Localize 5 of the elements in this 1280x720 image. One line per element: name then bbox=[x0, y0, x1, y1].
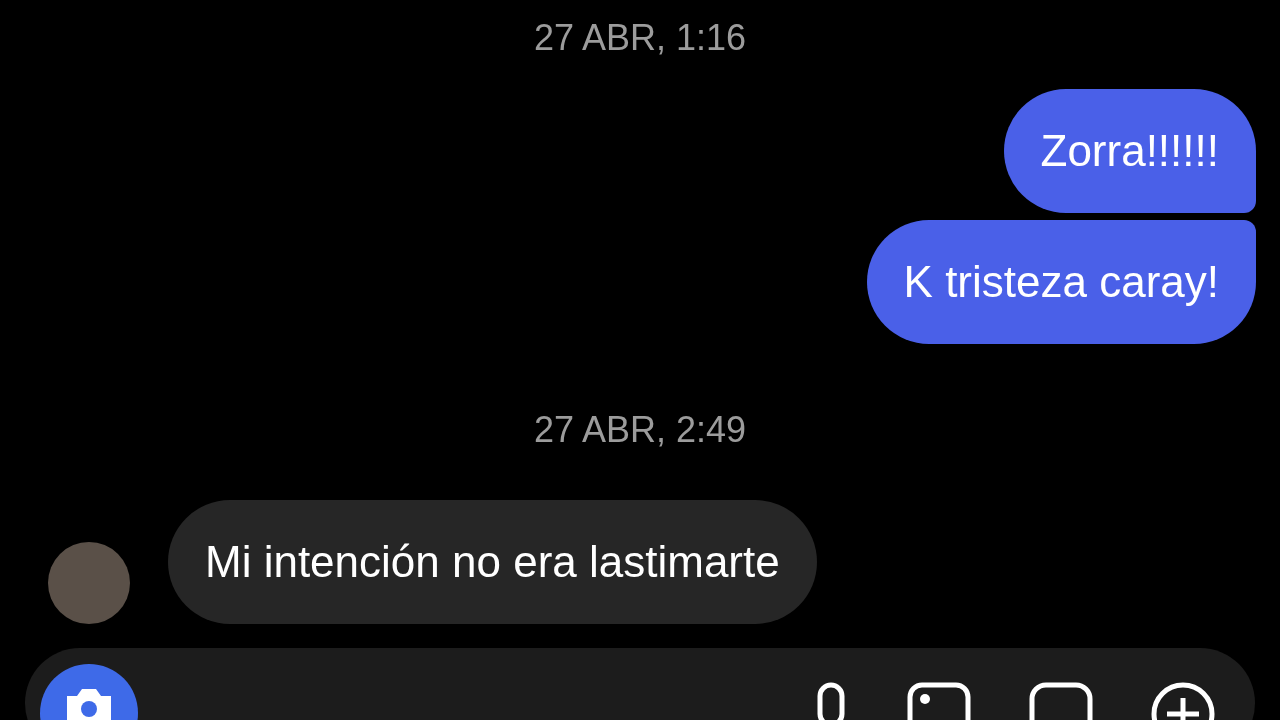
message-bubble: Zorra!!!!!! bbox=[1003, 89, 1256, 213]
message-bubble: Mi intención no era lastimarte bbox=[168, 500, 817, 624]
timestamp: 27 ABR, 1:16 bbox=[532, 17, 748, 59]
timestamp: 27 ABR, 2:49 bbox=[532, 409, 748, 451]
message-bubble: K tristeza caray! bbox=[866, 220, 1256, 344]
